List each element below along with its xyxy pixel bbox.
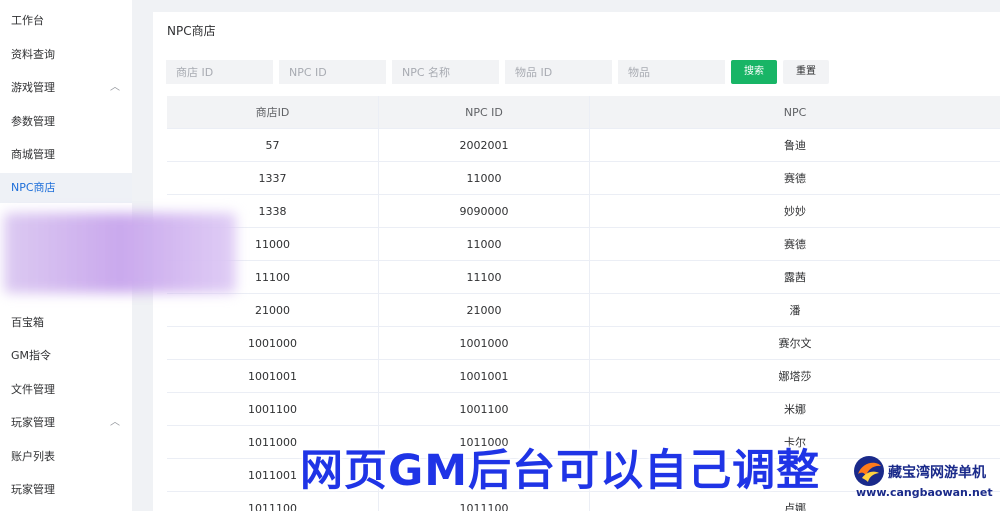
column-header-npc[interactable]: NPC [589, 96, 1000, 129]
sidebar-item-label: 游戏管理 [11, 81, 55, 94]
sidebar-item-label: GM指令 [11, 349, 52, 362]
table-row[interactable]: 11100 11100 露茜 [167, 261, 1000, 294]
reset-button[interactable]: 重置 [783, 60, 829, 84]
cell-npc: 娜塔莎 [589, 360, 1000, 393]
table-row[interactable]: 1001001 1001001 娜塔莎 [167, 360, 1000, 393]
sidebar-item-label: 文件管理 [11, 383, 55, 396]
column-header-npc-id[interactable]: NPC ID [378, 96, 589, 129]
table-row[interactable]: 1337 11000 赛德 [167, 162, 1000, 195]
cell-npc: 鲁迪 [589, 129, 1000, 162]
sidebar-item-treasure-box[interactable]: 百宝箱 [0, 308, 132, 338]
cell-npc-id: 2002001 [378, 129, 589, 162]
app-root: 工作台 资料查询 游戏管理 ︿ 参数管理 商城管理 NPC商店 百宝箱 GM指令 … [0, 0, 1000, 511]
cell-npc: 赛德 [589, 228, 1000, 261]
cell-npc: 妙妙 [589, 195, 1000, 228]
cell-npc-id: 21000 [378, 294, 589, 327]
table-row[interactable]: 1001000 1001000 赛尔文 [167, 327, 1000, 360]
cell-npc: 潘 [589, 294, 1000, 327]
cell-shop-id: 57 [265, 139, 280, 152]
item-id-input[interactable] [505, 60, 612, 84]
watermark-url: www.cangbaowan.net [856, 486, 993, 499]
page-title: NPC商店 [167, 24, 216, 38]
cell-npc-id: 11100 [378, 261, 589, 294]
cell-npc-id: 1001100 [378, 393, 589, 426]
cell-npc: 赛尔文 [589, 327, 1000, 360]
sidebar-item-mall[interactable]: 商城管理 [0, 140, 132, 170]
sidebar-item-data-query[interactable]: 资料查询 [0, 40, 132, 70]
sidebar-item-gm-command[interactable]: GM指令 [0, 341, 132, 371]
cell-npc-id: 1001000 [378, 327, 589, 360]
table-row[interactable]: 1338 9090000 妙妙 [167, 195, 1000, 228]
table-row[interactable]: 57 2002001 鲁迪 [167, 129, 1000, 162]
cell-npc-id: 11000 [378, 228, 589, 261]
sidebar-item-label: 账户列表 [11, 450, 55, 463]
phoenix-logo-icon [854, 456, 884, 486]
sidebar-item-game-management[interactable]: 游戏管理 ︿ [0, 73, 132, 103]
sidebar-item-player-admin[interactable]: 玩家管理 [0, 475, 132, 505]
cell-npc-id: 9090000 [378, 195, 589, 228]
cell-shop-id: 1001000 [248, 337, 297, 350]
watermark: 藏宝湾网游单机 www.cangbaowan.net [852, 448, 998, 508]
table-row[interactable]: 11000 11000 赛德 [167, 228, 1000, 261]
cell-npc-id: 1001001 [378, 360, 589, 393]
sidebar-item-file-management[interactable]: 文件管理 [0, 375, 132, 405]
redaction-blur [4, 213, 236, 293]
table-row[interactable]: 1001100 1001100 米娜 [167, 393, 1000, 426]
item-input[interactable] [618, 60, 725, 84]
chevron-up-icon: ︿ [110, 82, 120, 93]
cell-npc: 赛德 [589, 162, 1000, 195]
watermark-title: 藏宝湾网游单机 [888, 465, 986, 481]
table-row[interactable]: 21000 21000 潘 [167, 294, 1000, 327]
sidebar-item-label: NPC商店 [11, 181, 56, 194]
sidebar-item-label: 参数管理 [11, 115, 55, 128]
table-header-row: 商店ID NPC ID NPC [167, 96, 1000, 129]
npc-id-input[interactable] [279, 60, 386, 84]
sidebar-item-account-list[interactable]: 账户列表 [0, 442, 132, 472]
sidebar-item-label: 资料查询 [11, 48, 55, 61]
overlay-caption: 网页GM后台可以自己调整 [300, 446, 821, 496]
npc-name-input[interactable] [392, 60, 499, 84]
column-header-shop-id[interactable]: 商店ID [167, 96, 378, 129]
shop-id-input[interactable] [166, 60, 273, 84]
cell-shop-id: 1001001 [248, 370, 297, 383]
cell-npc: 米娜 [589, 393, 1000, 426]
cell-shop-id: 1337 [258, 172, 287, 185]
cell-npc: 露茜 [589, 261, 1000, 294]
cell-shop-id: 1001100 [248, 403, 297, 416]
sidebar-item-workbench[interactable]: 工作台 [0, 6, 132, 36]
sidebar-item-label: 玩家管理 [11, 416, 55, 429]
sidebar-item-label: 百宝箱 [11, 316, 44, 329]
sidebar-item-label: 玩家管理 [11, 483, 55, 496]
sidebar-item-label: 商城管理 [11, 148, 55, 161]
sidebar-item-parameters[interactable]: 参数管理 [0, 107, 132, 137]
cell-npc-id: 11000 [378, 162, 589, 195]
sidebar-item-npc-shop[interactable]: NPC商店 [0, 173, 132, 203]
sidebar-item-label: 工作台 [11, 14, 44, 27]
chevron-up-icon: ︿ [110, 417, 120, 428]
cell-shop-id: 21000 [255, 304, 290, 317]
sidebar-item-player-management[interactable]: 玩家管理 ︿ [0, 408, 132, 438]
search-button[interactable]: 搜索 [731, 60, 777, 84]
